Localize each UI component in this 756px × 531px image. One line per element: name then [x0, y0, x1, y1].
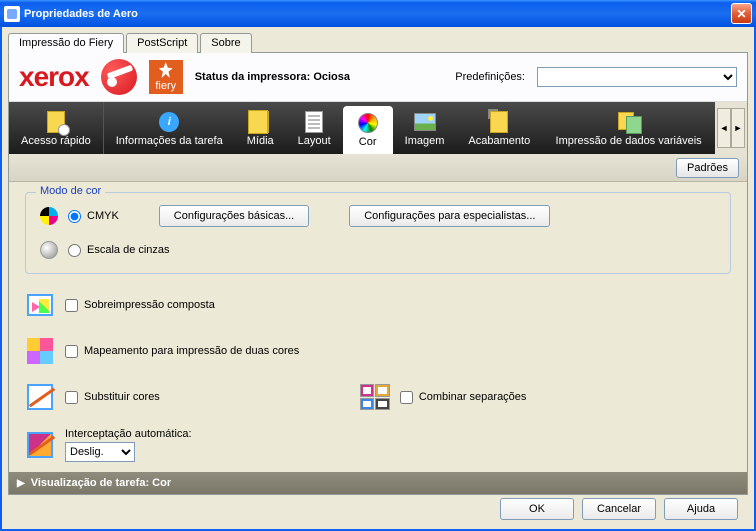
scroll-right-button[interactable]: ►	[731, 108, 745, 148]
substitute-colors-row: Substituir cores	[25, 382, 160, 412]
two-color-mapping-icon	[25, 336, 55, 366]
quick-access-icon	[45, 111, 67, 133]
combine-separations-row: Combinar separações	[360, 382, 527, 412]
basic-settings-button[interactable]: Configurações básicas...	[159, 205, 309, 227]
toolbar-finishing[interactable]: Acabamento	[456, 102, 542, 154]
window-title: Propriedades de Aero	[24, 8, 138, 20]
auto-trapping-select[interactable]: Deslig.	[65, 442, 135, 462]
main-tabstrip: Impressão do Fiery PostScript Sobre	[8, 33, 748, 53]
printer-status: Status da impressora: Ociosa	[195, 71, 350, 83]
header-bar: xerox fiery Status da impressora: Ociosa…	[9, 53, 747, 102]
cmyk-radio-input[interactable]	[68, 210, 81, 223]
presets-label: Predefinições:	[455, 71, 525, 83]
toolbar-quick-access[interactable]: Acesso rápido	[9, 102, 103, 154]
auto-trapping-row: Interceptação automática: Deslig.	[25, 428, 731, 462]
finishing-icon	[488, 111, 510, 133]
help-button[interactable]: Ajuda	[664, 498, 738, 520]
image-icon	[414, 111, 436, 133]
xerox-ball-icon	[101, 59, 137, 95]
substitute-colors-checkbox[interactable]: Substituir cores	[65, 391, 160, 404]
expand-arrow-icon: ▶	[17, 478, 25, 489]
cmyk-icon	[40, 207, 58, 225]
combine-separations-icon	[360, 382, 390, 412]
title-bar: Propriedades de Aero ✕	[0, 0, 756, 27]
composite-overprint-input[interactable]	[65, 299, 78, 312]
composite-overprint-checkbox[interactable]: Sobreimpressão composta	[65, 299, 215, 312]
info-icon: i	[158, 111, 180, 133]
composite-overprint-icon	[25, 290, 55, 320]
two-color-mapping-row: Mapeamento para impressão de duas cores	[25, 336, 731, 366]
ok-button[interactable]: OK	[500, 498, 574, 520]
toolbar-image[interactable]: Imagem	[393, 102, 457, 154]
close-button[interactable]: ✕	[731, 3, 752, 24]
expert-settings-button[interactable]: Configurações para especialistas...	[349, 205, 550, 227]
grayscale-icon	[40, 241, 58, 259]
combine-separations-input[interactable]	[400, 391, 413, 404]
toolbar-layout[interactable]: Layout	[286, 102, 343, 154]
cmyk-radio[interactable]: CMYK	[68, 210, 119, 223]
layout-icon	[303, 111, 325, 133]
color-wheel-icon	[357, 112, 379, 134]
color-mode-group: Modo de cor CMYK Configurações básicas..…	[25, 192, 731, 274]
toolbar-scroll: ◄ ►	[715, 102, 747, 154]
toolbar-vdp[interactable]: Impressão de dados variáveis	[542, 102, 715, 154]
composite-overprint-row: Sobreimpressão composta	[25, 290, 731, 320]
xerox-logo: xerox	[19, 61, 89, 93]
substitute-colors-input[interactable]	[65, 391, 78, 404]
color-panel: Modo de cor CMYK Configurações básicas..…	[9, 182, 747, 472]
sub-toolbar: Padrões	[9, 154, 747, 182]
job-preview-bar[interactable]: ▶ Visualização de tarefa: Cor	[9, 472, 747, 494]
auto-trapping-icon	[25, 430, 55, 460]
presets-select[interactable]	[537, 67, 737, 87]
combine-separations-checkbox[interactable]: Combinar separações	[400, 391, 527, 404]
grayscale-radio[interactable]: Escala de cinzas	[68, 244, 170, 257]
tab-about[interactable]: Sobre	[200, 33, 251, 53]
fiery-logo: fiery	[149, 60, 183, 94]
color-mode-title: Modo de cor	[36, 185, 105, 197]
two-color-mapping-input[interactable]	[65, 345, 78, 358]
dialog-footer: OK Cancelar Ajuda	[8, 495, 748, 523]
cancel-button[interactable]: Cancelar	[582, 498, 656, 520]
defaults-button[interactable]: Padrões	[676, 158, 739, 178]
media-icon	[249, 111, 271, 133]
grayscale-radio-input[interactable]	[68, 244, 81, 257]
app-icon	[4, 6, 20, 22]
substitute-colors-icon	[25, 382, 55, 412]
tab-postscript[interactable]: PostScript	[126, 33, 198, 53]
auto-trapping-label: Interceptação automática:	[65, 428, 192, 440]
toolbar-color[interactable]: Cor	[343, 106, 393, 154]
toolbar-media[interactable]: Mídia	[235, 102, 286, 154]
scroll-left-button[interactable]: ◄	[717, 108, 731, 148]
toolbar-job-info[interactable]: i Informações da tarefa	[103, 102, 235, 154]
two-color-mapping-checkbox[interactable]: Mapeamento para impressão de duas cores	[65, 345, 299, 358]
vdp-icon	[618, 111, 640, 133]
tab-fiery-print[interactable]: Impressão do Fiery	[8, 33, 124, 53]
category-toolbar: Acesso rápido i Informações da tarefa Mí…	[9, 102, 747, 154]
